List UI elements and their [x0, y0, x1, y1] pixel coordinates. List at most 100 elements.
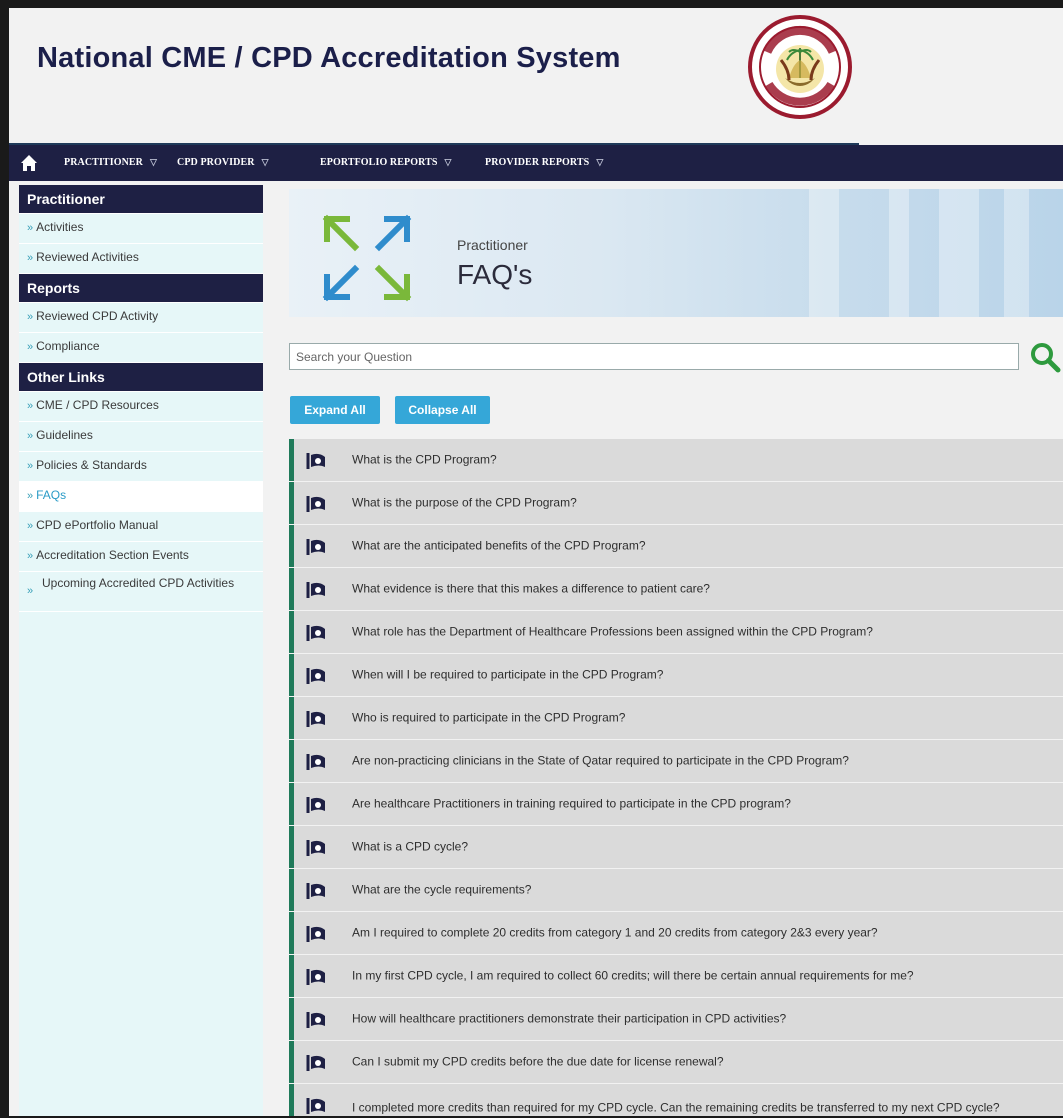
faq-question-icon — [306, 625, 325, 641]
sidebar-item-label: Activities — [36, 220, 84, 234]
raquo-icon: » — [27, 460, 34, 472]
faq-question-icon — [306, 926, 325, 942]
sidebar-item-policies-standards[interactable]: » Policies & Standards — [19, 452, 263, 482]
site-header: National CME / CPD Accreditation System — [9, 8, 1063, 143]
sidebar-item-label: Accreditation Section Events — [36, 548, 189, 562]
faq-question: How will healthcare practitioners demons… — [352, 1011, 787, 1026]
sidebar-item-accreditation-section-events[interactable]: » Accreditation Section Events — [19, 542, 263, 572]
faq-question-icon — [306, 883, 325, 899]
ministry-seal-logo — [748, 15, 852, 119]
sidebar-item-cpd-eportfolio-manual[interactable]: » CPD ePortfolio Manual — [19, 512, 263, 542]
faq-item[interactable]: What is the CPD Program? — [289, 439, 1063, 481]
faq-question: Can I submit my CPD credits before the d… — [352, 1054, 724, 1069]
faq-question: In my first CPD cycle, I am required to … — [352, 968, 914, 983]
sidebar-item-label: Reviewed CPD Activity — [36, 309, 159, 323]
search-icon[interactable] — [1029, 341, 1061, 373]
faq-question: What is the CPD Program? — [352, 452, 497, 467]
sidebar-item-label: Upcoming Accredited CPD Activities — [42, 576, 235, 590]
search-input[interactable] — [289, 343, 1019, 370]
faq-item[interactable]: I completed more credits than required f… — [289, 1084, 1063, 1116]
chevron-down-icon: ▽ — [596, 157, 604, 167]
sidebar-item-faqs[interactable]: » FAQs — [19, 482, 263, 512]
faq-item[interactable]: Are healthcare Practitioners in training… — [289, 783, 1063, 825]
faq-item[interactable]: What is a CPD cycle? — [289, 826, 1063, 868]
faq-list: What is the CPD Program? What is the purp… — [289, 439, 1063, 1116]
sidebar-item-label: FAQs — [36, 488, 67, 502]
page-title: FAQ's — [457, 259, 533, 290]
nav-cpd-provider-label: CPD PROVIDER — [177, 157, 255, 168]
faq-item[interactable]: What role has the Department of Healthca… — [289, 611, 1063, 653]
faq-question-icon — [306, 711, 325, 727]
home-icon[interactable] — [20, 154, 38, 172]
banner-stripe — [1004, 189, 1029, 317]
faq-question-icon — [306, 754, 325, 770]
nav-provider-reports[interactable]: PROVIDER REPORTS ▽ — [485, 157, 603, 168]
sidebar-item-label: Compliance — [36, 339, 100, 353]
raquo-icon: » — [27, 400, 34, 412]
sidebar-item-cme-cpd-resources[interactable]: » CME / CPD Resources — [19, 392, 263, 422]
faq-question: Are non-practicing clinicians in the Sta… — [352, 753, 849, 768]
faq-item[interactable]: What is the purpose of the CPD Program? — [289, 482, 1063, 524]
faq-item[interactable]: Am I required to complete 20 credits fro… — [289, 912, 1063, 954]
faq-item[interactable]: How will healthcare practitioners demons… — [289, 998, 1063, 1040]
banner-stripe — [939, 189, 979, 317]
faq-question: When will I be required to participate i… — [352, 667, 664, 682]
faq-question-icon — [306, 969, 325, 985]
faq-question: Who is required to participate in the CP… — [352, 710, 626, 725]
faq-question-icon — [306, 1055, 325, 1071]
sidebar-item-reviewed-cpd-activity[interactable]: » Reviewed CPD Activity — [19, 303, 263, 333]
page-banner: Practitioner FAQ's — [289, 189, 1063, 317]
sidebar-item-guidelines[interactable]: » Guidelines — [19, 422, 263, 452]
faq-item[interactable]: What evidence is there that this makes a… — [289, 568, 1063, 610]
faq-question-icon — [306, 1098, 325, 1114]
collapse-all-button[interactable]: Collapse All — [395, 396, 490, 424]
nav-practitioner[interactable]: PRACTITIONER ▽ — [64, 157, 157, 168]
faq-item[interactable]: What are the cycle requirements? — [289, 869, 1063, 911]
faq-question-icon — [306, 1012, 325, 1028]
raquo-icon: » — [27, 490, 34, 502]
sidebar-heading-reports: Reports — [19, 274, 263, 303]
sidebar-item-label: Policies & Standards — [36, 458, 147, 472]
main-nav: PRACTITIONER ▽ CPD PROVIDER ▽ EPORTFOLIO R… — [9, 145, 1063, 181]
raquo-icon: » — [27, 311, 34, 323]
sidebar: Practitioner » Activities » Reviewed Activ… — [19, 185, 263, 1116]
faq-question: What are the cycle requirements? — [352, 882, 532, 897]
faq-question: What is a CPD cycle? — [352, 839, 469, 854]
raquo-icon: » — [27, 222, 34, 234]
arrows-icon — [322, 214, 412, 302]
banner-stripe — [889, 189, 909, 317]
faq-item[interactable]: In my first CPD cycle, I am required to … — [289, 955, 1063, 997]
banner-subtitle: Practitioner — [457, 237, 528, 253]
raquo-icon: » — [27, 585, 34, 597]
browser-page: National CME / CPD Accreditation System … — [9, 8, 1063, 1116]
faq-question: I completed more credits than required f… — [352, 1100, 1000, 1115]
faq-question: What role has the Department of Healthca… — [352, 624, 873, 639]
nav-provider-reports-label: PROVIDER REPORTS — [485, 157, 590, 168]
expand-all-button[interactable]: Expand All — [290, 396, 380, 424]
sidebar-item-label: Guidelines — [36, 428, 93, 442]
banner-stripe — [809, 189, 839, 317]
chevron-down-icon: ▽ — [444, 157, 452, 167]
faq-question: What is the purpose of the CPD Program? — [352, 495, 577, 510]
faq-question-icon — [306, 668, 325, 684]
sidebar-item-activities[interactable]: » Activities — [19, 214, 263, 244]
faq-question-icon — [306, 453, 325, 469]
faq-item[interactable]: What are the anticipated benefits of the… — [289, 525, 1063, 567]
raquo-icon: » — [27, 520, 34, 532]
sidebar-item-reviewed-activities[interactable]: » Reviewed Activities — [19, 244, 263, 274]
faq-item[interactable]: Who is required to participate in the CP… — [289, 697, 1063, 739]
nav-eportfolio-reports[interactable]: EPORTFOLIO REPORTS ▽ — [320, 157, 452, 168]
sidebar-item-upcoming-accredited-cpd[interactable]: » Upcoming Accredited CPD Activities — [19, 572, 263, 612]
nav-cpd-provider[interactable]: CPD PROVIDER ▽ — [177, 157, 269, 168]
faq-question-icon — [306, 496, 325, 512]
sidebar-item-compliance[interactable]: » Compliance — [19, 333, 263, 363]
chevron-down-icon: ▽ — [261, 157, 269, 167]
chevron-down-icon: ▽ — [150, 157, 158, 167]
faq-item[interactable]: Are non-practicing clinicians in the Sta… — [289, 740, 1063, 782]
sidebar-heading-practitioner: Practitioner — [19, 185, 263, 214]
raquo-icon: » — [27, 550, 34, 562]
faq-item[interactable]: Can I submit my CPD credits before the d… — [289, 1041, 1063, 1083]
faq-item[interactable]: When will I be required to participate i… — [289, 654, 1063, 696]
faq-question: Are healthcare Practitioners in training… — [352, 796, 791, 811]
faq-question: What evidence is there that this makes a… — [352, 581, 710, 596]
